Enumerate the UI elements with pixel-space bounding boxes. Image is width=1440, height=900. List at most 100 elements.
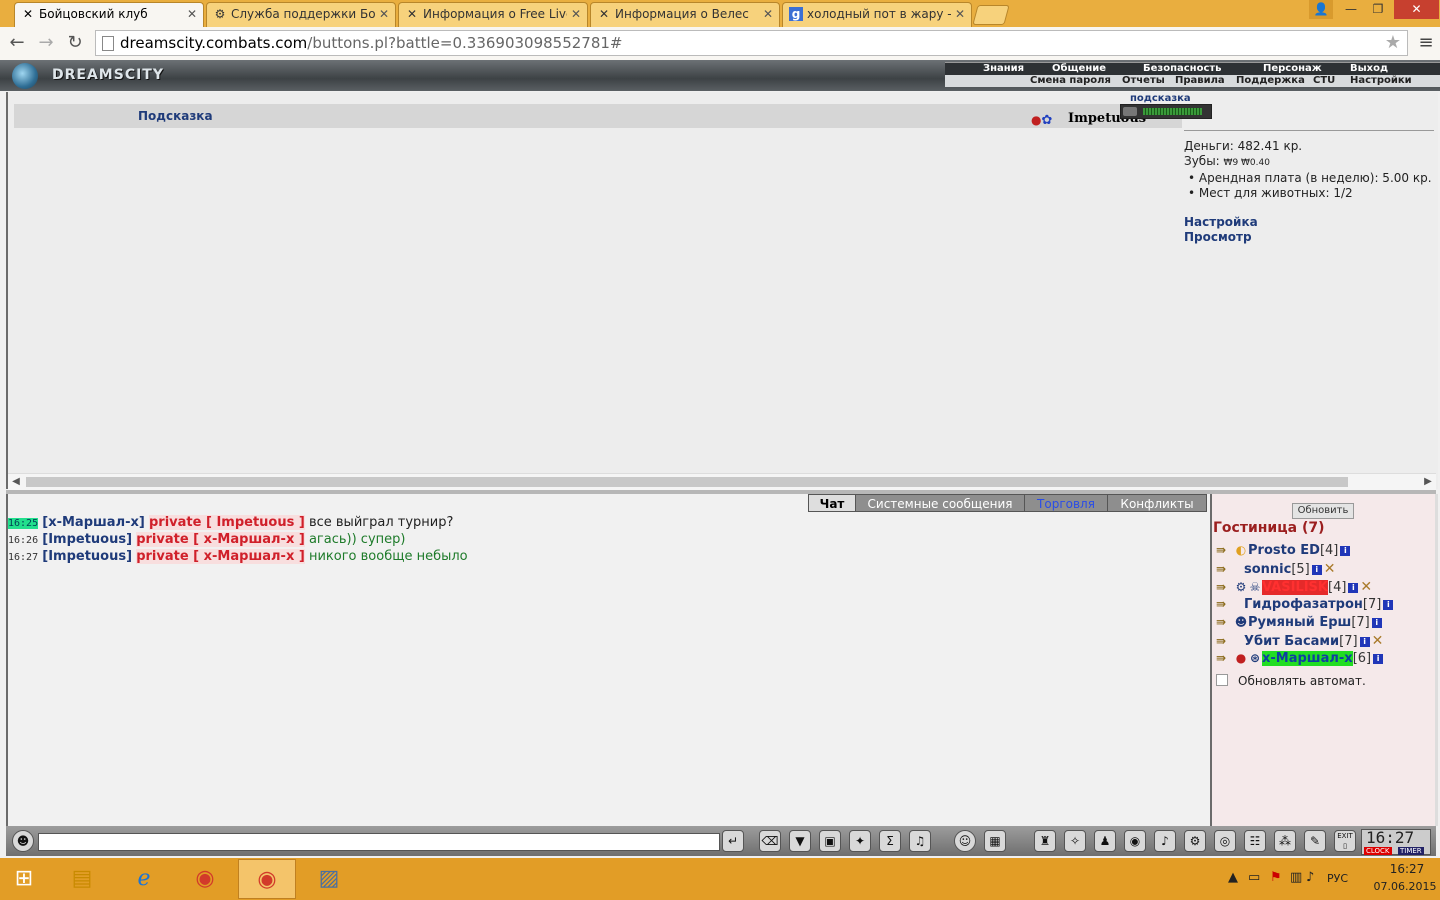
submenu-settings[interactable]: Настройки	[1350, 75, 1412, 87]
auto-refresh-option[interactable]: Обновлять автомат.	[1216, 674, 1366, 688]
private-arrow-icon[interactable]: ⇛	[1216, 562, 1234, 576]
close-icon[interactable]: ✕	[571, 3, 581, 25]
translit-icon[interactable]: Ʃ	[879, 830, 901, 852]
fighters-icon[interactable]: ✦	[849, 830, 871, 852]
info-icon[interactable]: i	[1348, 583, 1359, 593]
submenu-change-password[interactable]: Смена пароля	[1030, 75, 1111, 87]
team-icon[interactable]: ☷	[1244, 830, 1266, 852]
address-bar[interactable]: dreamscity.combats.com/buttons.pl?battle…	[95, 30, 1408, 56]
minimize-button[interactable]: —	[1338, 0, 1364, 19]
submenu-reports[interactable]: Отчеты	[1122, 75, 1165, 87]
bookmark-star-icon[interactable]: ★	[1385, 31, 1401, 55]
sound-icon[interactable]: ♫	[909, 830, 931, 852]
online-user[interactable]: ⇛ ☻Румяный Ерш[7] i	[1216, 615, 1382, 633]
submenu-ctu[interactable]: CTU	[1313, 75, 1335, 87]
inventory-icon[interactable]: ♜	[1034, 830, 1056, 852]
hint-link[interactable]: Подсказка	[138, 109, 213, 123]
start-windows-icon[interactable]: ⊞	[0, 859, 48, 899]
clock-button[interactable]: CLOCK	[1364, 847, 1392, 855]
tab-trade[interactable]: Торговля	[1024, 494, 1108, 512]
target-icon[interactable]: ◎	[1214, 830, 1236, 852]
chat-input[interactable]	[38, 833, 720, 851]
tab-support[interactable]: ⚙ Служба поддержки Бойц ✕	[206, 2, 396, 27]
online-user[interactable]: ⇛ sonnic[5] i ✕	[1216, 561, 1336, 579]
view-link[interactable]: Просмотр	[1184, 230, 1434, 245]
close-window-button[interactable]: ✕	[1394, 0, 1439, 19]
browser-menu-icon[interactable]: ≡	[1416, 31, 1436, 55]
new-tab-button[interactable]	[972, 5, 1010, 25]
send-enter-icon[interactable]: ↵	[722, 830, 744, 852]
system-date[interactable]: 07.06.2015	[1370, 880, 1440, 893]
private-arrow-icon[interactable]: ⇛	[1216, 634, 1234, 648]
maximize-button[interactable]: ❐	[1364, 0, 1392, 19]
show-hidden-icons[interactable]: ▲	[1228, 870, 1238, 885]
tab-free-live[interactable]: ✕ Информация о Free Live ✕	[398, 2, 588, 27]
online-user[interactable]: ⇛ Убит Басами[7] i ✕	[1216, 633, 1383, 651]
private-arrow-icon[interactable]: ⇛	[1216, 580, 1234, 594]
private-arrow-icon[interactable]: ⇛	[1216, 615, 1234, 629]
close-icon[interactable]: ✕	[955, 3, 965, 25]
private-arrow-icon[interactable]: ⇛	[1216, 651, 1234, 665]
filter-icon[interactable]: ▼	[789, 830, 811, 852]
submenu-rules[interactable]: Правила	[1175, 75, 1225, 87]
scroll-right-icon[interactable]: ▶	[1420, 474, 1436, 490]
private-target[interactable]: private [ Impetuous ]	[148, 515, 305, 530]
message-sender[interactable]: [x-Маршал-x]	[42, 515, 145, 530]
info-icon[interactable]: i	[1340, 546, 1351, 556]
online-user[interactable]: ⇛ Гидрофазатрон[7] i	[1216, 597, 1394, 615]
exit-button[interactable]: EXIT ▯	[1334, 830, 1356, 852]
emoticons-icon[interactable]: ☺	[954, 830, 976, 852]
mask-icon[interactable]: ◉	[1124, 830, 1146, 852]
tab-conflicts[interactable]: Конфликты	[1107, 494, 1207, 512]
tab-chat[interactable]: Чат	[808, 494, 856, 512]
chat-bubble-icon[interactable]: ✎	[1304, 830, 1326, 852]
gear-icon[interactable]: ⚙	[1184, 830, 1206, 852]
info-icon[interactable]: i	[1359, 637, 1370, 647]
resource-monitor-icon[interactable]: ▨	[300, 859, 358, 899]
spell-icon[interactable]: ✧	[1064, 830, 1086, 852]
menu-character[interactable]: Персонаж	[1263, 63, 1322, 75]
tab-google-search[interactable]: g холодный пот в жару - П ✕	[782, 2, 972, 27]
scroll-icon[interactable]: ♪	[1154, 830, 1176, 852]
submenu-support[interactable]: Поддержка	[1236, 75, 1305, 87]
hint-small-link[interactable]: подсказка	[1130, 93, 1191, 104]
menu-security[interactable]: Безопасность	[1143, 63, 1222, 75]
message-sender[interactable]: [Impetuous]	[42, 549, 132, 564]
private-target[interactable]: private [ x-Маршал-x ]	[136, 532, 305, 547]
tab-fight-club[interactable]: ✕ Бойцовский клуб ✕	[14, 2, 204, 27]
refresh-button[interactable]: Обновить	[1292, 503, 1354, 519]
user-icon[interactable]: 👤	[1309, 0, 1333, 19]
online-user[interactable]: ⇛ ◐ Prosto ED[4] i	[1216, 543, 1351, 561]
online-user[interactable]: ⇛ ⚙ ☠ VASILISK[4] i ✕	[1216, 579, 1372, 597]
message-sender[interactable]: [Impetuous]	[42, 532, 132, 547]
close-icon[interactable]: ✕	[763, 3, 773, 25]
tab-veles[interactable]: ✕ Информация о Велес ✕	[590, 2, 780, 27]
file-explorer-icon[interactable]: ▤	[53, 859, 111, 899]
close-icon[interactable]: ✕	[379, 3, 389, 25]
security-flag-icon[interactable]: ⚑	[1270, 870, 1282, 885]
horizontal-scrollbar[interactable]: ◀ ▶	[8, 473, 1436, 490]
group-icon[interactable]: ⁂	[1274, 830, 1296, 852]
network-monitor-icon[interactable]: ▭	[1248, 870, 1260, 885]
menu-exit[interactable]: Выход	[1350, 63, 1388, 75]
eraser-icon[interactable]: ⌫	[759, 830, 781, 852]
message-time[interactable]: 16:25	[8, 518, 39, 529]
info-icon[interactable]: i	[1311, 565, 1322, 575]
network-icon[interactable]: ▥	[1290, 870, 1302, 885]
info-icon[interactable]: i	[1383, 600, 1394, 610]
private-arrow-icon[interactable]: ⇛	[1216, 597, 1234, 611]
language-indicator[interactable]: РУС	[1327, 872, 1348, 885]
reload-icon[interactable]: ↻	[63, 31, 87, 55]
system-time[interactable]: 16:27	[1382, 862, 1432, 876]
back-arrow-icon[interactable]: ←	[5, 31, 29, 55]
info-icon[interactable]: i	[1373, 654, 1384, 664]
volume-icon[interactable]: ♪	[1306, 870, 1314, 885]
camera-icon[interactable]: ▦	[984, 830, 1006, 852]
info-icon[interactable]: i	[1371, 618, 1382, 628]
online-user[interactable]: ⇛ ● ⊛ x-Маршал-x[6] i	[1216, 651, 1384, 669]
scrollbar-thumb[interactable]	[26, 477, 1348, 487]
scroll-left-icon[interactable]: ◀	[8, 474, 24, 490]
menu-knowledge[interactable]: Знания	[983, 63, 1024, 75]
forward-arrow-icon[interactable]: →	[34, 31, 58, 55]
menu-communication[interactable]: Общение	[1052, 63, 1106, 75]
